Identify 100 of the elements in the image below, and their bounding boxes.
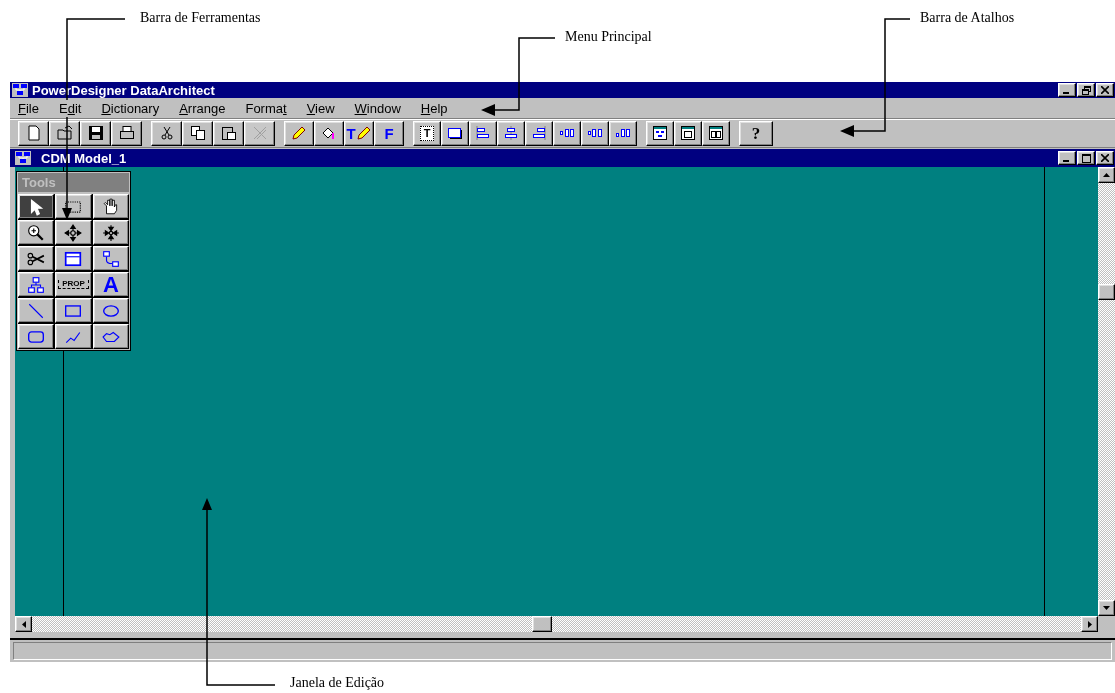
printer-icon bbox=[118, 125, 135, 141]
window-title: PowerDesigner DataArchitect bbox=[32, 82, 216, 98]
toolbar-button[interactable] bbox=[469, 120, 497, 146]
document-title: CDM Model_1 bbox=[41, 150, 128, 166]
toolbar-button[interactable] bbox=[182, 120, 213, 146]
scroll-up-button[interactable] bbox=[1098, 167, 1115, 183]
restore-button[interactable] bbox=[1077, 83, 1095, 97]
annotation-label: Barra de Ferramentas bbox=[140, 10, 261, 26]
menu-item[interactable]: Help bbox=[410, 98, 458, 118]
scroll-down-button[interactable] bbox=[1098, 600, 1115, 616]
right-arrow-icon bbox=[1087, 620, 1092, 628]
down-arrow-icon bbox=[1103, 606, 1110, 610]
align-left-icon bbox=[475, 125, 491, 141]
diagram-canvas[interactable]: Tools PROP A bbox=[15, 167, 1098, 616]
toolbar-button[interactable] bbox=[702, 120, 730, 146]
annotation-label: Barra de Atalhos bbox=[920, 10, 1015, 26]
link-icon bbox=[101, 249, 120, 268]
left-arrow-icon bbox=[21, 620, 26, 628]
close-button[interactable] bbox=[1096, 151, 1114, 165]
toolbar-button[interactable] bbox=[609, 120, 637, 146]
maximize-icon bbox=[1081, 153, 1091, 163]
toolbar-button[interactable] bbox=[674, 120, 702, 146]
toolbar-button[interactable]: T bbox=[344, 120, 374, 146]
close-icon bbox=[1101, 86, 1109, 94]
toolbar-button[interactable] bbox=[111, 120, 142, 146]
tool-button[interactable] bbox=[55, 194, 92, 219]
tool-button[interactable] bbox=[92, 194, 129, 219]
toolbar-button[interactable] bbox=[497, 120, 525, 146]
menu-item[interactable]: Edit bbox=[48, 98, 92, 118]
tool-button[interactable] bbox=[18, 298, 55, 323]
toolbar-button[interactable] bbox=[284, 120, 314, 146]
toolbar-button[interactable] bbox=[49, 120, 80, 146]
toolbar-button[interactable] bbox=[151, 120, 182, 146]
toolbar-button[interactable]: T bbox=[413, 120, 441, 146]
toolbar-button[interactable] bbox=[553, 120, 581, 146]
toolbar-button[interactable]: F bbox=[374, 120, 404, 146]
tool-button[interactable] bbox=[55, 220, 92, 245]
tool-button[interactable] bbox=[92, 246, 129, 271]
entity-icon bbox=[64, 249, 83, 268]
diagram-window-icon bbox=[652, 125, 668, 141]
align-right-icon bbox=[531, 125, 547, 141]
annotation-label: Janela de Edição bbox=[290, 675, 385, 691]
scroll-thumb[interactable] bbox=[1098, 283, 1115, 300]
up-arrow-icon bbox=[1103, 173, 1110, 177]
pencil-icon bbox=[355, 125, 372, 141]
toolbar-button[interactable] bbox=[80, 120, 111, 146]
toolbar-button[interactable] bbox=[646, 120, 674, 146]
diagram-icon bbox=[15, 151, 31, 165]
menu-item[interactable]: Arrange bbox=[169, 98, 236, 118]
toolbar-button[interactable] bbox=[18, 120, 49, 146]
tool-button[interactable] bbox=[55, 246, 92, 271]
clipboard-icon bbox=[220, 125, 237, 141]
close-icon bbox=[1101, 154, 1109, 162]
minimize-button[interactable] bbox=[1058, 151, 1076, 165]
shadow-rectangle-icon bbox=[447, 125, 463, 141]
copy-icon bbox=[189, 125, 206, 141]
tool-button[interactable] bbox=[92, 220, 129, 245]
annotation-label: Menu Principal bbox=[565, 29, 652, 45]
tool-button[interactable] bbox=[55, 324, 92, 349]
restore-icon bbox=[1081, 85, 1091, 95]
close-button[interactable] bbox=[1096, 83, 1114, 97]
toolbar-button[interactable] bbox=[581, 120, 609, 146]
toolbar-button[interactable] bbox=[441, 120, 469, 146]
tool-button[interactable] bbox=[18, 220, 55, 245]
maximize-button[interactable] bbox=[1077, 151, 1095, 165]
tool-button[interactable] bbox=[18, 246, 55, 271]
menu-item[interactable]: Dictionary bbox=[91, 98, 170, 118]
contract-arrows-icon bbox=[101, 223, 120, 242]
scissors-icon bbox=[158, 125, 175, 141]
scroll-thumb[interactable] bbox=[531, 616, 552, 632]
menu-item[interactable]: File bbox=[10, 98, 49, 118]
menu-item[interactable]: View bbox=[296, 98, 345, 118]
toolbar-button[interactable] bbox=[314, 120, 344, 146]
minimize-button[interactable] bbox=[1058, 83, 1076, 97]
menu-item[interactable]: Format bbox=[235, 98, 297, 118]
tool-button[interactable] bbox=[55, 298, 92, 323]
vertical-scrollbar[interactable] bbox=[1098, 167, 1115, 616]
hand-icon bbox=[101, 197, 120, 216]
hierarchy-icon bbox=[27, 275, 46, 294]
scroll-right-button[interactable] bbox=[1081, 616, 1098, 632]
scroll-left-button[interactable] bbox=[15, 616, 32, 632]
folder-icon bbox=[56, 125, 73, 141]
horizontal-scrollbar[interactable] bbox=[15, 616, 1098, 632]
window-icon bbox=[680, 125, 696, 141]
tool-button[interactable] bbox=[18, 194, 55, 219]
tool-button[interactable]: A bbox=[92, 272, 129, 297]
toolbar-button[interactable] bbox=[213, 120, 244, 146]
tool-button[interactable] bbox=[92, 324, 129, 349]
line-icon bbox=[27, 301, 46, 320]
paint-bucket-icon bbox=[321, 125, 337, 141]
tool-button[interactable]: PROP bbox=[55, 272, 92, 297]
page-icon bbox=[25, 125, 42, 141]
tool-button[interactable] bbox=[18, 324, 55, 349]
menu-item[interactable]: Window bbox=[344, 98, 411, 118]
toolbar-button[interactable]: ? bbox=[739, 120, 773, 146]
toolbar-button[interactable] bbox=[525, 120, 553, 146]
tool-button[interactable] bbox=[92, 298, 129, 323]
tool-button[interactable] bbox=[18, 272, 55, 297]
pencil-icon bbox=[291, 125, 307, 141]
palette-title: Tools bbox=[18, 173, 129, 192]
